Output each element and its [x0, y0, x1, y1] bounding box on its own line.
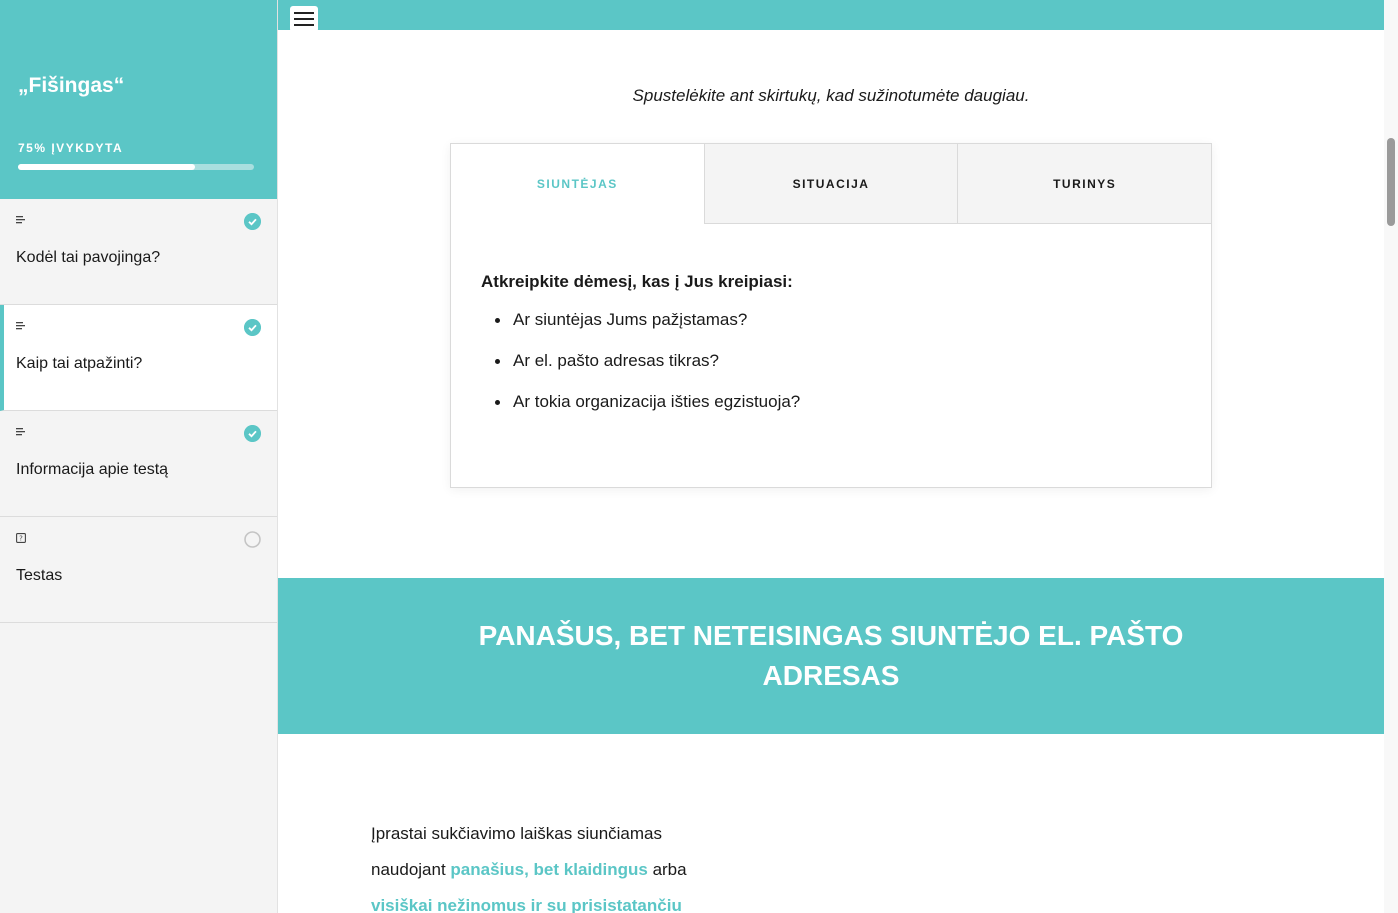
- sidebar-item-label: Testas: [16, 567, 63, 584]
- tab-panel: Atkreipkite dėmesį, kas į Jus kreipiasi:…: [451, 224, 1211, 412]
- sidebar: „Fišingas“ 75% ĮVYKDYTA Kodėl tai pavoji…: [0, 0, 278, 913]
- svg-text:?: ?: [19, 535, 23, 543]
- tab-situacija[interactable]: SITUACIJA: [704, 144, 958, 224]
- body-line: Įprastai sukčiavimo laiškas siunčiamas: [371, 824, 662, 843]
- instruction-text: Spustelėkite ant skirtukų, kad sužinotum…: [632, 86, 1030, 105]
- check-circle-icon: [244, 319, 261, 336]
- progress-bar-fill: [18, 164, 195, 170]
- hamburger-menu-icon: [294, 12, 314, 14]
- list-item: Ar tokia organizacija išties egzistuoja?: [495, 392, 1181, 412]
- body-paragraph: Įprastai sukčiavimo laiškas siunčiamas n…: [371, 816, 751, 913]
- section-banner: PANAŠUS, BET NETEISINGAS SIUNTĖJO EL. PA…: [278, 578, 1384, 734]
- top-bar: [278, 0, 1384, 32]
- hamburger-menu-icon: [294, 18, 314, 20]
- quiz-icon: ?: [16, 533, 26, 543]
- progress-bar: [18, 164, 254, 170]
- list-item: Ar el. pašto adresas tikras?: [495, 351, 1181, 371]
- banner-title: PANAŠUS, BET NETEISINGAS SIUNTĖJO EL. PA…: [478, 620, 1184, 691]
- empty-circle-icon: [244, 531, 261, 548]
- sidebar-item-label: Kodėl tai pavojinga?: [16, 249, 161, 266]
- text-lines-icon: [16, 216, 25, 224]
- sidebar-item-label: Kaip tai atpažinti?: [16, 355, 143, 372]
- body-text: naudojant: [371, 860, 451, 879]
- progress-label: 75% ĮVYKDYTA: [18, 141, 124, 155]
- tab-list: SIUNTĖJAS SITUACIJA TURINYS: [451, 144, 1212, 224]
- tab-siuntejas[interactable]: SIUNTĖJAS: [451, 144, 705, 224]
- text-lines-icon: [16, 322, 25, 330]
- sidebar-header: „Fišingas“ 75% ĮVYKDYTA: [0, 0, 277, 199]
- vertical-scrollbar[interactable]: [1384, 0, 1398, 913]
- hamburger-menu-icon: [294, 24, 314, 26]
- main-content: Spustelėkite ant skirtukų, kad sužinotum…: [278, 0, 1384, 913]
- body-line: naudojant panašius, bet klaidingus arba: [371, 852, 751, 888]
- check-circle-icon: [244, 213, 261, 230]
- body-text: arba: [647, 860, 687, 879]
- panel-heading: Atkreipkite dėmesį, kas į Jus kreipiasi:: [481, 272, 793, 291]
- tab-turinys[interactable]: TURINYS: [957, 144, 1212, 224]
- course-title: „Fišingas“: [18, 74, 125, 97]
- panel-list: Ar siuntėjas Jums pažįstamas? Ar el. paš…: [481, 310, 1181, 412]
- highlighted-text: visiškai nežinomus ir su prisistatančiu: [371, 896, 682, 913]
- sidebar-item-label: Informacija apie testą: [16, 461, 169, 478]
- text-lines-icon: [16, 428, 25, 436]
- sidebar-item-informacija-apie-testa[interactable]: Informacija apie testą: [0, 411, 277, 517]
- highlighted-text: panašius, bet klaidingus: [450, 860, 648, 879]
- check-circle-icon: [244, 425, 261, 442]
- sidebar-item-kodel-tai-pavojinga[interactable]: Kodėl tai pavojinga?: [0, 199, 277, 305]
- tabs-block: SIUNTĖJAS SITUACIJA TURINYS Atkreipkite …: [450, 143, 1212, 488]
- scrollbar-thumb[interactable]: [1387, 138, 1395, 226]
- body-line: visiškai nežinomus ir su prisistatančiu: [371, 888, 751, 913]
- sidebar-item-kaip-tai-atpazinti[interactable]: Kaip tai atpažinti?: [0, 305, 277, 411]
- sidebar-item-testas[interactable]: ? Testas: [0, 517, 277, 623]
- list-item: Ar siuntėjas Jums pažįstamas?: [495, 310, 1181, 330]
- menu-button[interactable]: [290, 6, 318, 32]
